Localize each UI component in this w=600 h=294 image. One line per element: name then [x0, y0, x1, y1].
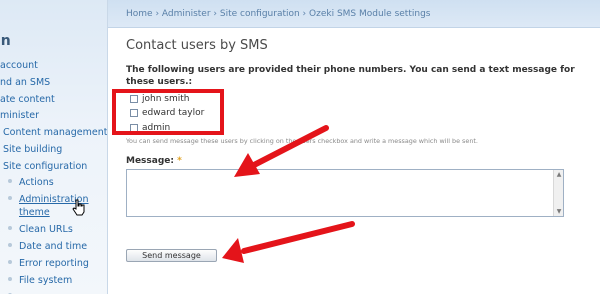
message-label-text: Message: — [126, 156, 174, 166]
bullet-icon — [8, 196, 12, 200]
sidebar-item-create-content[interactable]: ate content — [0, 94, 55, 105]
breadcrumb-bar: Home › Administer › Site configuration ›… — [108, 0, 600, 28]
sidebar-item-my-account[interactable]: account — [0, 60, 38, 71]
sidebar-item-administer[interactable]: minister — [0, 110, 39, 121]
send-message-button[interactable]: Send message — [126, 249, 217, 262]
hand-pointer-icon — [72, 199, 85, 216]
sidebar-item-site-configuration[interactable]: Site configuration — [3, 161, 87, 172]
sidebar-heading: in — [0, 33, 11, 49]
help-text: You can send message these users by clic… — [126, 137, 478, 145]
intro-text: The following users are provided their p… — [126, 65, 575, 87]
bullet-icon — [8, 226, 12, 230]
sidebar-item-content-management[interactable]: Content management — [3, 127, 107, 138]
highlight-box — [112, 89, 224, 135]
required-marker: * — [177, 156, 182, 166]
sidebar-item-site-building[interactable]: Site building — [3, 144, 62, 155]
sidebar-item-clean-urls[interactable]: Clean URLs — [19, 224, 73, 235]
sidebar-item-send-sms[interactable]: nd an SMS — [0, 77, 50, 88]
bullet-icon — [8, 243, 12, 247]
sidebar-item-date-and-time[interactable]: Date and time — [19, 241, 87, 252]
bullet-icon — [8, 260, 12, 264]
main-content: Contact users by SMS The following users… — [108, 28, 600, 294]
scroll-up-icon[interactable]: ▲ — [554, 170, 564, 179]
textarea-scrollbar[interactable]: ▲ ▼ — [553, 170, 563, 216]
bullet-icon — [8, 277, 12, 281]
sidebar: in account nd an SMS ate content ministe… — [0, 0, 108, 294]
page-title: Contact users by SMS — [126, 38, 268, 53]
scroll-down-icon[interactable]: ▼ — [554, 207, 564, 216]
breadcrumb[interactable]: Home › Administer › Site configuration ›… — [126, 9, 430, 19]
message-textarea[interactable] — [126, 169, 564, 217]
sidebar-item-error-reporting[interactable]: Error reporting — [19, 258, 89, 269]
message-label: Message: * — [126, 156, 182, 166]
sidebar-item-administration-theme-line2[interactable]: theme — [19, 207, 50, 218]
bullet-icon — [8, 179, 12, 183]
sidebar-item-actions[interactable]: Actions — [19, 177, 54, 188]
sidebar-item-file-system[interactable]: File system — [19, 275, 72, 286]
